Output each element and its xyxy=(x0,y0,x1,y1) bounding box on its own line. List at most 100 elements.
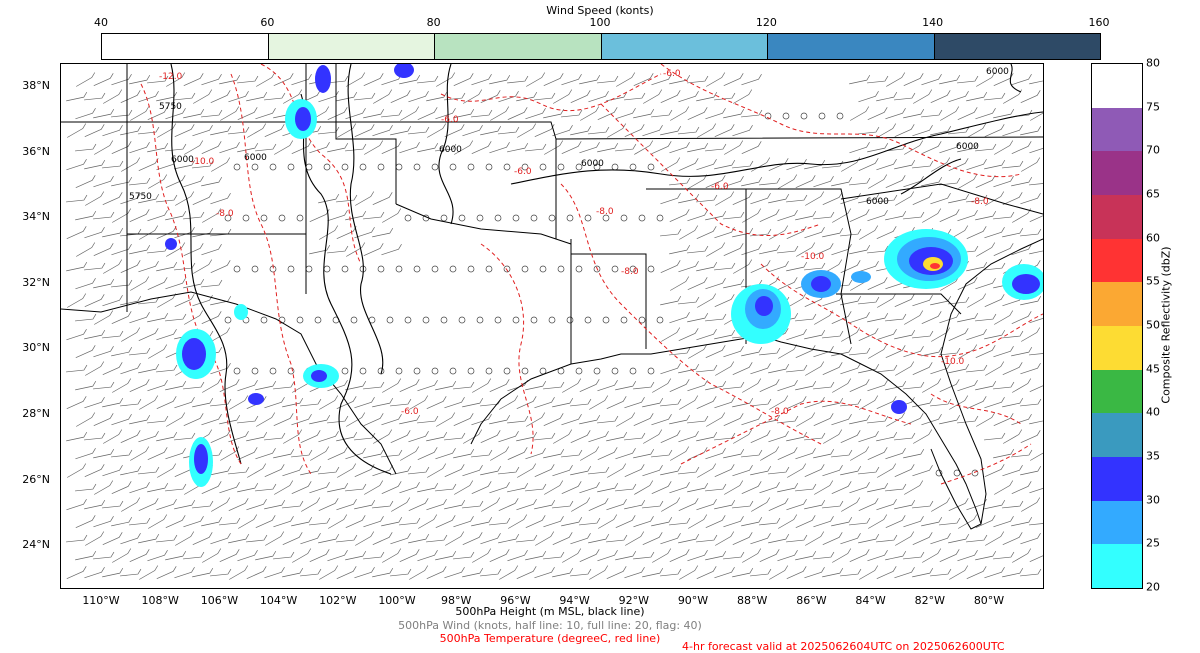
wind-barb xyxy=(381,109,403,118)
wind-barb xyxy=(678,498,699,511)
wind-barb xyxy=(255,515,276,528)
wind-barb xyxy=(507,107,528,120)
wind-barb xyxy=(220,106,240,121)
temperature-contour-label: -8.0 xyxy=(771,407,789,417)
calm-wind-marker xyxy=(566,214,574,222)
wind-barb xyxy=(579,549,600,562)
wind-barb xyxy=(535,531,555,546)
wind-barb xyxy=(714,124,735,137)
wind-barb xyxy=(912,532,933,545)
wind-barb xyxy=(696,566,717,579)
reflectivity-bin xyxy=(1092,500,1142,545)
calm-wind-marker xyxy=(431,265,439,273)
wind-barb xyxy=(759,347,781,356)
wind-barb xyxy=(813,381,835,390)
wind-barb xyxy=(66,194,88,203)
wind-barb xyxy=(76,242,96,257)
wind-barb xyxy=(507,142,529,153)
wind-barb xyxy=(1029,250,1043,255)
calm-wind-marker xyxy=(251,367,259,375)
wind-barb xyxy=(696,261,718,272)
wind-barb xyxy=(417,142,439,153)
wind-barb xyxy=(318,498,339,511)
wind-barb xyxy=(832,378,852,393)
wind-barb xyxy=(687,210,708,222)
wind-barb xyxy=(894,432,916,441)
calm-wind-marker xyxy=(341,163,349,171)
temperature-contour-label: -10.0 xyxy=(191,157,215,167)
wind-barb xyxy=(957,107,978,120)
weather-map: 6000 5750 6000 6000 6000 5750 6000 6000 6000 -12… xyxy=(60,63,1044,589)
wind-barb xyxy=(193,89,213,104)
wind-barb xyxy=(904,310,924,325)
wind-barb xyxy=(841,497,861,512)
wind-barb xyxy=(462,567,484,578)
wind-barb xyxy=(624,499,646,510)
wind-barb xyxy=(570,430,591,443)
wind-barb xyxy=(201,414,222,426)
calm-wind-marker xyxy=(647,367,655,375)
wind-barb xyxy=(922,378,942,393)
wind-barb xyxy=(192,397,214,408)
wind-barb xyxy=(822,532,843,545)
wind-barb xyxy=(903,551,925,560)
wind-barb xyxy=(687,380,708,392)
wind-barb xyxy=(633,551,655,560)
calm-wind-marker xyxy=(242,214,250,222)
calm-wind-marker xyxy=(494,214,502,222)
wind-barb xyxy=(363,551,385,560)
wind-barb xyxy=(661,497,681,512)
wind-barb xyxy=(939,549,960,562)
wind-barb xyxy=(75,448,96,460)
wind-barb xyxy=(903,108,925,119)
wind-barb xyxy=(885,550,907,561)
wind-barb xyxy=(148,344,168,359)
wind-barb xyxy=(768,431,789,443)
wind-barb xyxy=(868,174,888,189)
wind-barb xyxy=(885,515,906,528)
wind-barb xyxy=(309,517,331,526)
wind-barb xyxy=(84,124,105,137)
wind-barb xyxy=(183,381,205,390)
wind-speed-tick: 120 xyxy=(755,16,777,29)
wind-barb xyxy=(696,91,718,102)
wind-barb xyxy=(94,140,114,155)
wind-barb xyxy=(832,548,852,563)
wind-barb xyxy=(895,361,915,376)
wind-barb xyxy=(417,380,438,392)
wind-barb xyxy=(984,464,1005,477)
wind-barb xyxy=(660,125,682,136)
wind-barb xyxy=(615,108,636,120)
wind-barb xyxy=(93,73,114,86)
wind-barb xyxy=(417,415,439,424)
wind-barb xyxy=(120,430,141,443)
wind-barb xyxy=(579,379,600,392)
wind-barb xyxy=(102,500,124,509)
wind-barb xyxy=(94,310,114,325)
wind-barb xyxy=(913,429,933,444)
wind-barb xyxy=(102,330,124,339)
wind-barb xyxy=(121,157,141,172)
wind-barb xyxy=(787,463,807,478)
wind-barbs xyxy=(66,72,1043,580)
wind-barb xyxy=(120,125,142,136)
wind-barb xyxy=(633,448,655,459)
calm-wind-marker xyxy=(233,265,241,273)
wind-barb xyxy=(669,379,690,392)
wind-barb xyxy=(732,160,754,169)
wind-barb xyxy=(643,89,663,104)
wind-barb xyxy=(552,465,573,477)
wind-barb xyxy=(1020,125,1042,136)
wind-barb xyxy=(598,514,618,529)
wind-barb xyxy=(831,516,853,527)
wind-barb xyxy=(246,566,267,579)
wind-barb xyxy=(967,293,987,308)
wind-barb xyxy=(382,208,402,223)
wind-barb xyxy=(894,92,916,101)
wind-barb xyxy=(382,378,402,393)
wind-barb xyxy=(319,225,339,240)
wind-barb xyxy=(256,72,276,87)
wind-barb xyxy=(651,516,673,527)
wind-barb xyxy=(778,344,798,359)
calm-wind-marker xyxy=(422,316,430,324)
